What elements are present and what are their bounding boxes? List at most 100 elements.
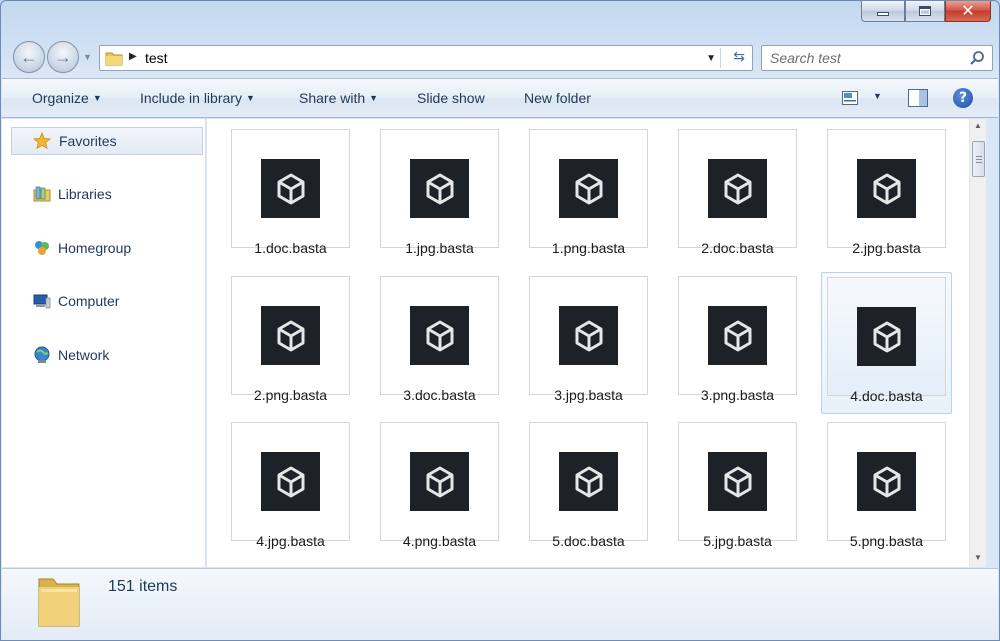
cube-icon [277, 466, 304, 497]
cube-icon [575, 173, 602, 204]
nav-item-network[interactable]: Network [11, 341, 203, 369]
file-thumbnail [708, 159, 767, 218]
file-item[interactable]: 3.doc.basta [370, 266, 501, 408]
breadcrumb-current-folder[interactable]: test [145, 50, 168, 66]
file-name: 3.jpg.basta [554, 387, 623, 403]
file-item[interactable]: 3.png.basta [668, 266, 799, 408]
file-name: 4.doc.basta [850, 388, 923, 404]
file-thumbnail-frame [678, 129, 797, 248]
help-icon[interactable]: ? [953, 88, 973, 108]
nav-item-computer[interactable]: Computer [11, 287, 203, 315]
address-bar[interactable]: ▶ test ▼ ⇆ [99, 45, 753, 71]
nav-item-libraries[interactable]: Libraries [11, 180, 203, 208]
breadcrumb-arrow-icon[interactable]: ▶ [129, 51, 137, 62]
library-icon [33, 186, 51, 202]
maximize-button[interactable] [905, 1, 945, 22]
grip-line [976, 159, 982, 160]
include-in-library-button[interactable]: Include in library ▼ [140, 90, 255, 106]
organize-label: Organize [32, 90, 89, 106]
file-item[interactable]: 4.png.basta [370, 412, 501, 554]
cube-icon [575, 466, 602, 497]
file-item[interactable]: 3.jpg.basta [519, 266, 650, 408]
navigation-pane: Favorites Libraries Homegroup Computer N… [2, 119, 206, 567]
file-name: 5.jpg.basta [703, 533, 772, 549]
file-item[interactable]: 4.jpg.basta [221, 412, 352, 554]
minimize-button[interactable] [861, 1, 905, 22]
file-item[interactable]: 4.doc.basta [821, 272, 952, 414]
preview-pane-icon[interactable] [908, 89, 928, 107]
share-with-button[interactable]: Share with ▼ [299, 90, 378, 106]
grip-line [976, 162, 982, 163]
forward-button[interactable]: → [47, 41, 79, 73]
file-thumbnail [857, 307, 916, 366]
file-item[interactable]: 5.jpg.basta [668, 412, 799, 554]
file-item[interactable]: 1.png.basta [519, 119, 650, 261]
file-name: 5.doc.basta [552, 533, 625, 549]
maximize-icon [919, 6, 931, 16]
scrollbar-thumb[interactable] [972, 141, 985, 177]
address-separator [720, 48, 721, 68]
cube-icon [873, 466, 900, 497]
file-name: 1.jpg.basta [405, 240, 474, 256]
slide-show-button[interactable]: Slide show [417, 90, 485, 106]
nav-item-label: Homegroup [58, 240, 132, 256]
file-thumbnail [857, 452, 916, 511]
details-pane: 151 items [2, 568, 998, 640]
file-item[interactable]: 2.doc.basta [668, 119, 799, 261]
file-thumbnail-frame [231, 129, 350, 248]
include-in-library-label: Include in library [140, 90, 242, 106]
cube-icon [426, 466, 453, 497]
file-thumbnail [559, 306, 618, 365]
scroll-down-arrow-icon[interactable]: ▼ [974, 553, 982, 562]
file-thumbnail-frame [827, 422, 946, 541]
file-name: 3.doc.basta [403, 387, 476, 403]
caption-buttons: ✕ [861, 1, 991, 22]
nav-item-label: Network [58, 347, 110, 363]
file-item[interactable]: 1.doc.basta [221, 119, 352, 261]
cube-icon [724, 173, 751, 204]
share-with-label: Share with [299, 90, 366, 106]
nav-item-favorites[interactable]: Favorites [11, 127, 203, 155]
address-history-dropdown-icon[interactable]: ▼ [706, 53, 716, 64]
back-button[interactable]: ← [13, 41, 45, 73]
file-item[interactable]: 2.jpg.basta [817, 119, 948, 261]
file-name: 3.png.basta [700, 387, 775, 403]
file-item[interactable]: 1.jpg.basta [370, 119, 501, 261]
nav-item-homegroup[interactable]: Homegroup [11, 234, 203, 262]
search-box[interactable] [761, 45, 993, 71]
organize-button[interactable]: Organize ▼ [32, 90, 102, 106]
computer-icon [33, 294, 51, 309]
file-thumbnail-frame [529, 129, 648, 248]
file-name: 2.png.basta [253, 387, 328, 403]
scroll-up-arrow-icon[interactable]: ▲ [974, 121, 982, 130]
change-view-icon[interactable] [842, 91, 858, 105]
search-input[interactable] [770, 50, 965, 66]
file-thumbnail [410, 306, 469, 365]
file-list-view[interactable]: 1.doc.basta 1.jpg.basta 1.png.basta 2.doc.b… [207, 119, 969, 567]
file-thumbnail-frame [529, 276, 648, 395]
vertical-scrollbar[interactable]: ▲ ▼ [969, 119, 986, 567]
refresh-icon[interactable]: ⇆ [733, 49, 745, 65]
nav-item-label: Computer [58, 293, 120, 309]
file-thumbnail-frame [827, 129, 946, 248]
file-item[interactable]: 2.png.basta [221, 266, 352, 408]
cube-icon [873, 321, 900, 352]
recent-pages-dropdown[interactable]: ▼ [83, 52, 92, 62]
address-row: ← → ▼ ▶ test ▼ ⇆ [11, 41, 993, 73]
minimize-icon [877, 12, 889, 16]
cube-icon [575, 320, 602, 351]
file-item[interactable]: 5.png.basta [817, 412, 948, 554]
file-thumbnail-frame [380, 422, 499, 541]
view-options-dropdown-icon[interactable]: ▼ [873, 91, 882, 101]
search-icon[interactable] [969, 50, 985, 66]
cube-icon [426, 173, 453, 204]
file-item[interactable]: 5.doc.basta [519, 412, 650, 554]
file-thumbnail-frame [231, 422, 350, 541]
close-button[interactable]: ✕ [945, 1, 991, 22]
grip-line [976, 156, 982, 157]
file-thumbnail [261, 306, 320, 365]
new-folder-button[interactable]: New folder [524, 90, 591, 106]
cube-icon [724, 466, 751, 497]
file-thumbnail [708, 306, 767, 365]
folder-icon [105, 52, 123, 66]
